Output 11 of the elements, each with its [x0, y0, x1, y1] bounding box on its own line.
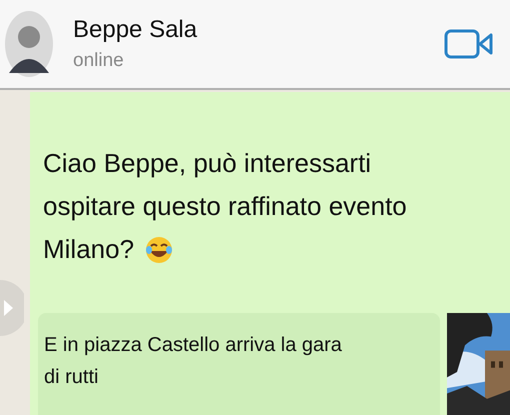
contact-status: online: [73, 50, 125, 72]
link-preview-title: di rutti: [44, 365, 100, 390]
contact-name: Beppe Sala: [73, 16, 198, 44]
video-call-icon[interactable]: [444, 29, 494, 59]
link-preview-card[interactable]: E in piazza Castello arriva la gara di rutti: [38, 313, 440, 415]
message-text: ospitare questo raffinato evento: [43, 190, 407, 223]
message-text: Milano?: [43, 233, 134, 266]
link-preview-title: E in piazza Castello arriva la gara: [44, 333, 343, 358]
avatar[interactable]: [5, 11, 53, 77]
message-text: Ciao Beppe, può interessarti: [43, 147, 372, 180]
laughing-emoji-icon: [144, 234, 174, 264]
